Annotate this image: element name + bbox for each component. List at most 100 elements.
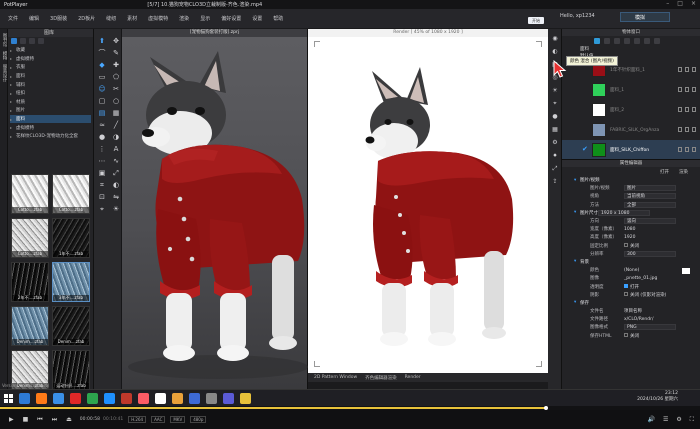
add-icon[interactable] [634,38,640,44]
settings-icon[interactable]: ⚙ [676,416,681,424]
property-row[interactable]: 分辨率 300 [562,250,700,258]
property-section[interactable]: 图片尺寸1920 x 1080 [562,209,700,217]
menu-item[interactable]: 2D板片 [78,15,95,22]
tree-item[interactable]: ▸ 衣服 [10,63,91,72]
graphic-tool-icon[interactable]: ▣ [97,169,107,177]
pose-tool-icon[interactable]: ⤢ [551,165,559,172]
light-tool-icon[interactable]: ☀ [111,205,121,213]
list-view-icon[interactable] [20,38,26,44]
menu-item[interactable]: 设置 [252,15,262,22]
pin-tool-icon[interactable]: ◆ [97,61,107,69]
visibility-icon[interactable] [692,127,696,132]
property-row[interactable]: 文件名 项目名称 [562,307,700,315]
tree-item[interactable]: ▸ 花样纹CLO3D-宠物动力化全套 [10,132,91,141]
menu-item[interactable]: 编辑 [29,15,39,22]
sphere-tool-icon[interactable]: ● [551,113,559,120]
fabric-section[interactable]: 面料 [562,46,700,53]
lock-tool-icon[interactable]: ⊡ [97,193,107,201]
property-row[interactable]: 方向 竖向 [562,217,700,225]
menu-item[interactable]: 显示 [200,15,210,22]
property-value[interactable]: 1920 x 1080 [598,209,650,216]
prev-icon[interactable]: ⏮ [37,416,42,424]
cut-tool-icon[interactable]: ✂ [111,85,121,93]
play-icon[interactable]: ▶ [9,416,14,423]
property-checkbox[interactable] [624,283,628,288]
taskbar-app-icon[interactable] [189,392,200,404]
visibility-icon[interactable] [692,107,696,112]
menu-item[interactable]: 素材 [127,15,137,22]
property-row[interactable]: 方法 全部 [562,201,700,209]
menu-item[interactable]: 缝纫 [106,15,116,22]
fabric-thumbnail[interactable]: 1年不....zfab [52,218,90,258]
camera-tool-icon[interactable]: ⌖ [97,205,107,213]
lock-icon[interactable] [685,87,689,92]
tree-item[interactable]: ▸ 图片 [10,106,91,115]
circle-tool-icon[interactable]: ○ [111,97,121,105]
tree-item[interactable]: ▸ 纽扣 [10,89,91,98]
start-flag[interactable]: 开始 [528,17,544,24]
taskbar-app-icon[interactable] [138,392,149,404]
delete-icon[interactable] [644,38,650,44]
maximize-icon[interactable]: □ [677,0,683,7]
color-tool-icon[interactable]: ◐ [551,48,559,55]
tree-item[interactable]: ▸ 虚拟模特 [10,55,91,64]
zip-tool-icon[interactable]: ⋮ [97,145,107,153]
button-tab-icon[interactable] [604,38,610,44]
visibility-icon[interactable] [692,87,696,92]
property-value[interactable]: 竖向 [624,218,676,225]
bottom-tab[interactable]: Render [405,375,421,380]
taskbar-app-icon[interactable] [206,392,217,404]
eject-icon[interactable]: ⏏ [66,416,72,423]
taskbar-app-icon[interactable] [53,392,64,404]
search-icon[interactable] [38,38,44,44]
3d-viewport[interactable]: [宠物猫狗套装打版].zprj [122,29,308,389]
texture-tool-icon[interactable]: ▤ [97,109,107,117]
tree-item[interactable]: ▸ 面料 [10,114,91,124]
export-tool-icon[interactable]: ⇪ [551,178,559,185]
fabric-color-swatch[interactable] [592,83,606,97]
property-value[interactable]: 全部 [624,201,676,208]
left-tab[interactable]: 服装设计 [1,64,7,82]
taskbar-app-icon[interactable] [70,392,81,404]
line-tool-icon[interactable]: ╱ [111,121,121,129]
puckering-tool-icon[interactable]: ∿ [111,157,121,165]
fabric-thumbnail[interactable]: 3年不....zfab [52,262,90,302]
text-tool-icon[interactable]: A [111,145,121,153]
copy-icon[interactable] [678,127,682,132]
record-tool-icon[interactable]: ⏺ [551,152,559,159]
copy-icon[interactable] [678,87,682,92]
fabric-list-item[interactable]: 面料_2 [562,100,700,120]
camera-tool-icon[interactable]: ⌖ [551,100,559,107]
render-window[interactable]: Render [ 45% of 1080 x 1920 ] [308,29,548,381]
property-row[interactable]: 图片/视频 图片 [562,184,700,192]
taskbar-app-icon[interactable] [172,392,183,404]
menu-item[interactable]: 渲染 [179,15,189,22]
brush-tool-icon[interactable]: ✎ [111,49,121,57]
property-section[interactable]: 图片/视频 [562,176,700,184]
tree-item[interactable]: ▸ 材质 [10,98,91,107]
fabric-color-swatch[interactable] [592,143,606,157]
fabric-thumbnail[interactable]: 2年不....zfab [11,262,49,302]
symmetry-tool-icon[interactable]: ⇋ [111,193,121,201]
property-row[interactable]: 透明度 打开 [562,282,700,290]
property-row[interactable]: 图像 _pnette_01.jpg [562,274,700,282]
more-icon[interactable] [654,38,660,44]
fabric-thumbnail[interactable]: Cotto....zfab [52,174,90,214]
left-tab[interactable]: 图书馆 [1,33,7,47]
menu-item[interactable]: 帮助 [273,15,283,22]
tack-tool-icon[interactable]: ✚ [111,61,121,69]
property-checkbox[interactable] [624,242,628,247]
taskbar-app-icon[interactable] [240,392,251,404]
fold-tool-icon[interactable]: ⌒ [97,49,107,57]
hide-tool-icon[interactable]: ◐ [111,181,121,189]
topstitch-tool-icon[interactable]: ⋯ [97,157,107,165]
fabric-color-swatch[interactable] [592,123,606,137]
select-tool-icon[interactable]: ⬆ [97,37,107,45]
visibility-icon[interactable] [692,67,696,72]
taskbar-app-icon[interactable] [155,392,166,404]
property-value[interactable]: 图片 [624,185,676,192]
edit-tool-icon[interactable]: ⌗ [97,181,107,189]
move-tool-icon[interactable]: ✥ [111,37,121,45]
taskbar-app-icon[interactable] [36,392,47,404]
trim-tool-icon[interactable]: ◑ [111,133,121,141]
